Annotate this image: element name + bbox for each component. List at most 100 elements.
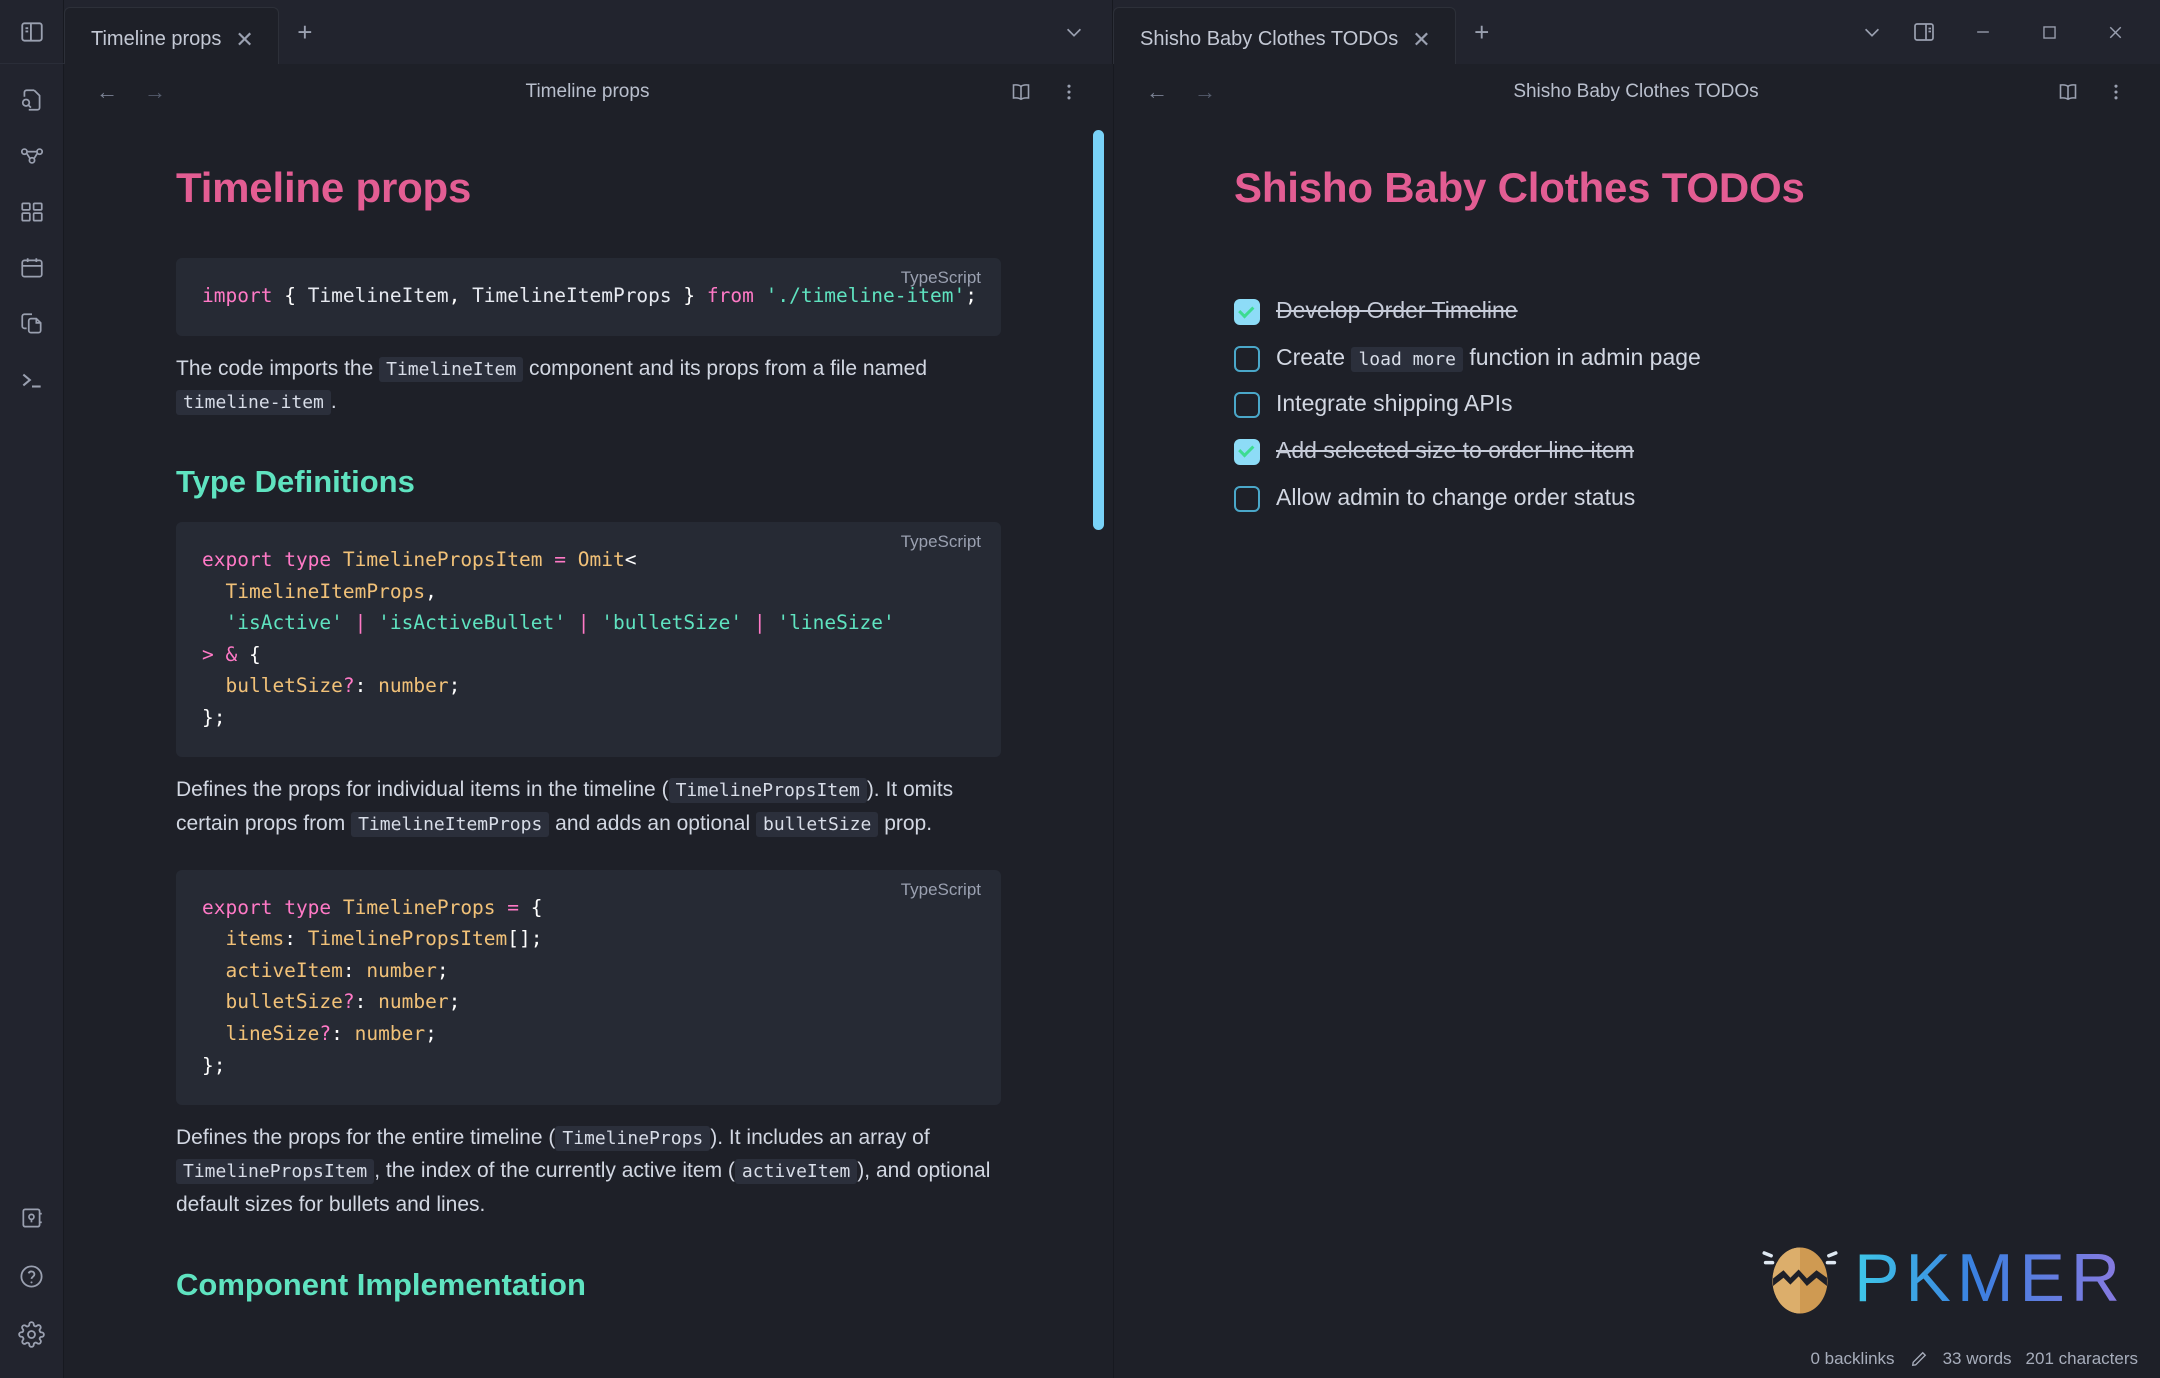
- text-fragment: Create: [1276, 343, 1352, 370]
- tab-shisho-baby-clothes-todos[interactable]: Shisho Baby Clothes TODOs ✕: [1113, 7, 1456, 71]
- todo-item[interactable]: Integrate shipping APIs: [1234, 383, 2080, 424]
- todo-label: Integrate shipping APIs: [1276, 390, 1513, 417]
- checkbox[interactable]: [1234, 299, 1260, 325]
- reading-view-icon[interactable]: [2046, 70, 2090, 114]
- backlinks-count[interactable]: 0 backlinks: [1810, 1349, 1894, 1369]
- code-content: export type TimelinePropsItem = Omit< Ti…: [202, 547, 895, 729]
- paragraph-import-explanation: The code imports the TimelineItem compon…: [176, 352, 1001, 418]
- code-block-timeline-props: TypeScript export type TimelineProps = {…: [176, 869, 1001, 1106]
- left-pane-scrollbar[interactable]: [1093, 120, 1105, 1378]
- chevron-down-icon[interactable]: [1052, 10, 1096, 54]
- left-pane: ← → Timeline props Timeline props TypeSc…: [64, 64, 1114, 1378]
- todo-item[interactable]: Allow admin to change order status: [1234, 477, 2080, 518]
- left-pane-scroll[interactable]: Timeline props TypeScript import { Timel…: [64, 120, 1113, 1378]
- maximize-button[interactable]: [2020, 10, 2078, 54]
- page-title: Timeline props: [176, 164, 472, 211]
- left-pane-actions: [999, 70, 1091, 114]
- help-icon[interactable]: [10, 1254, 54, 1298]
- left-tabgroup-controls: [1052, 0, 1112, 64]
- checkbox[interactable]: [1234, 438, 1260, 465]
- code-block-timeline-props-item: TypeScript export type TimelinePropsItem…: [176, 521, 1001, 758]
- scrollbar-thumb[interactable]: [1093, 130, 1104, 530]
- back-icon[interactable]: ←: [1136, 71, 1178, 113]
- character-count[interactable]: 201 characters: [2026, 1349, 2138, 1369]
- todo-item[interactable]: Create load more function in admin page: [1234, 337, 2080, 378]
- text-fragment: Defines the props for the entire timelin…: [176, 1126, 556, 1150]
- checkbox[interactable]: [1234, 392, 1260, 419]
- right-tab-group: Shisho Baby Clothes TODOs ✕ +: [1113, 0, 2160, 71]
- left-pane-header: ← → Timeline props: [64, 64, 1113, 120]
- toggle-right-sidebar-icon[interactable]: [1902, 10, 1946, 54]
- todo-label: Create load more function in admin page: [1276, 341, 1701, 374]
- daily-note-calendar-icon[interactable]: [10, 246, 54, 290]
- inline-code: TimelinePropsItem: [668, 778, 867, 804]
- code-language-label: TypeScript: [900, 268, 981, 287]
- quick-switcher-icon[interactable]: [10, 78, 54, 122]
- close-icon[interactable]: ✕: [231, 27, 257, 53]
- inline-code: activeItem: [734, 1159, 858, 1185]
- todo-label: Allow admin to change order status: [1276, 483, 1636, 510]
- right-pane-scroll[interactable]: Shisho Baby Clothes TODOs Develop Order …: [1114, 120, 2160, 1378]
- minimize-button[interactable]: [1954, 10, 2012, 54]
- right-pane-title: Shisho Baby Clothes TODOs: [1513, 81, 1759, 102]
- left-ribbon: [0, 0, 64, 1378]
- back-icon[interactable]: ←: [86, 71, 128, 113]
- paragraph-timeline-props-explanation: Defines the props for the entire timelin…: [176, 1121, 1001, 1221]
- text-fragment: and adds an optional: [549, 811, 756, 835]
- terminal-icon[interactable]: [10, 358, 54, 402]
- new-tab-button[interactable]: +: [1456, 0, 1508, 64]
- new-tab-button[interactable]: +: [279, 0, 331, 64]
- text-fragment: .: [330, 389, 337, 413]
- inline-code: TimelineItemProps: [351, 811, 550, 837]
- app-window: Timeline props ✕ + Shisho Baby Clothes T…: [0, 0, 2160, 1378]
- close-icon[interactable]: ✕: [1408, 27, 1434, 53]
- settings-gear-icon[interactable]: [10, 1312, 54, 1356]
- inline-code: TimelineItem: [379, 356, 524, 382]
- inline-code: load more: [1351, 346, 1463, 372]
- left-pane-title: Timeline props: [525, 81, 650, 102]
- pane-container: ← → Timeline props Timeline props TypeSc…: [64, 64, 2160, 1378]
- more-options-icon[interactable]: [2094, 70, 2138, 114]
- page-title: Shisho Baby Clothes TODOs: [1234, 164, 1805, 211]
- code-block-import: TypeScript import { TimelineItem, Timeli…: [176, 258, 1001, 336]
- right-pane-body: Shisho Baby Clothes TODOs Develop Order …: [1114, 120, 2160, 1378]
- checkbox[interactable]: [1234, 485, 1260, 512]
- text-fragment: prop.: [878, 811, 933, 835]
- word-count[interactable]: 33 words: [1943, 1349, 2012, 1369]
- code-language-label: TypeScript: [900, 531, 981, 551]
- canvas-icon[interactable]: [10, 190, 54, 234]
- forward-icon[interactable]: →: [1184, 71, 1226, 113]
- checkbox[interactable]: [1234, 345, 1260, 372]
- text-fragment: component and its props from a file name…: [523, 356, 928, 380]
- status-bar: 0 backlinks 33 words 201 characters: [1788, 1340, 2160, 1378]
- left-pane-body: Timeline props TypeScript import { Timel…: [64, 120, 1113, 1378]
- right-pane: ← → Shisho Baby Clothes TODOs Shisho Bab…: [1114, 64, 2160, 1378]
- more-options-icon[interactable]: [1047, 70, 1091, 114]
- toggle-left-sidebar-icon[interactable]: [10, 10, 54, 54]
- text-fragment: , the index of the currently active item…: [374, 1159, 735, 1183]
- todo-item[interactable]: Add selected size to order line item: [1234, 430, 2080, 471]
- right-pane-actions: [2046, 70, 2138, 114]
- left-document: Timeline props TypeScript import { Timel…: [64, 120, 1113, 1359]
- inline-code: TimelinePropsItem: [176, 1159, 375, 1185]
- paragraph-item-props-explanation: Defines the props for individual items i…: [176, 773, 1001, 839]
- code-language-label: TypeScript: [900, 879, 981, 899]
- graph-view-icon[interactable]: [10, 134, 54, 178]
- close-button[interactable]: [2086, 10, 2144, 54]
- tab-label: Timeline props: [91, 28, 222, 50]
- forward-icon[interactable]: →: [134, 71, 176, 113]
- ribbon-icon-list: [10, 64, 54, 402]
- tab-label: Shisho Baby Clothes TODOs: [1140, 28, 1399, 50]
- text-fragment: The code imports the: [176, 356, 380, 380]
- todo-item[interactable]: Develop Order Timeline: [1234, 290, 2080, 331]
- templates-copy-icon[interactable]: [10, 302, 54, 346]
- chevron-down-icon[interactable]: [1850, 10, 1894, 54]
- text-fragment: function in admin page: [1462, 343, 1701, 370]
- text-fragment: ). It includes an array of: [710, 1126, 930, 1150]
- tab-timeline-props[interactable]: Timeline props ✕: [64, 7, 279, 71]
- reading-view-icon[interactable]: [999, 70, 1043, 114]
- code-content: import { TimelineItem, TimelineItemProps…: [202, 284, 975, 307]
- vault-icon[interactable]: [10, 1196, 54, 1240]
- code-content: export type TimelineProps = { items: Tim…: [202, 895, 543, 1077]
- pencil-icon[interactable]: [1909, 1349, 1929, 1369]
